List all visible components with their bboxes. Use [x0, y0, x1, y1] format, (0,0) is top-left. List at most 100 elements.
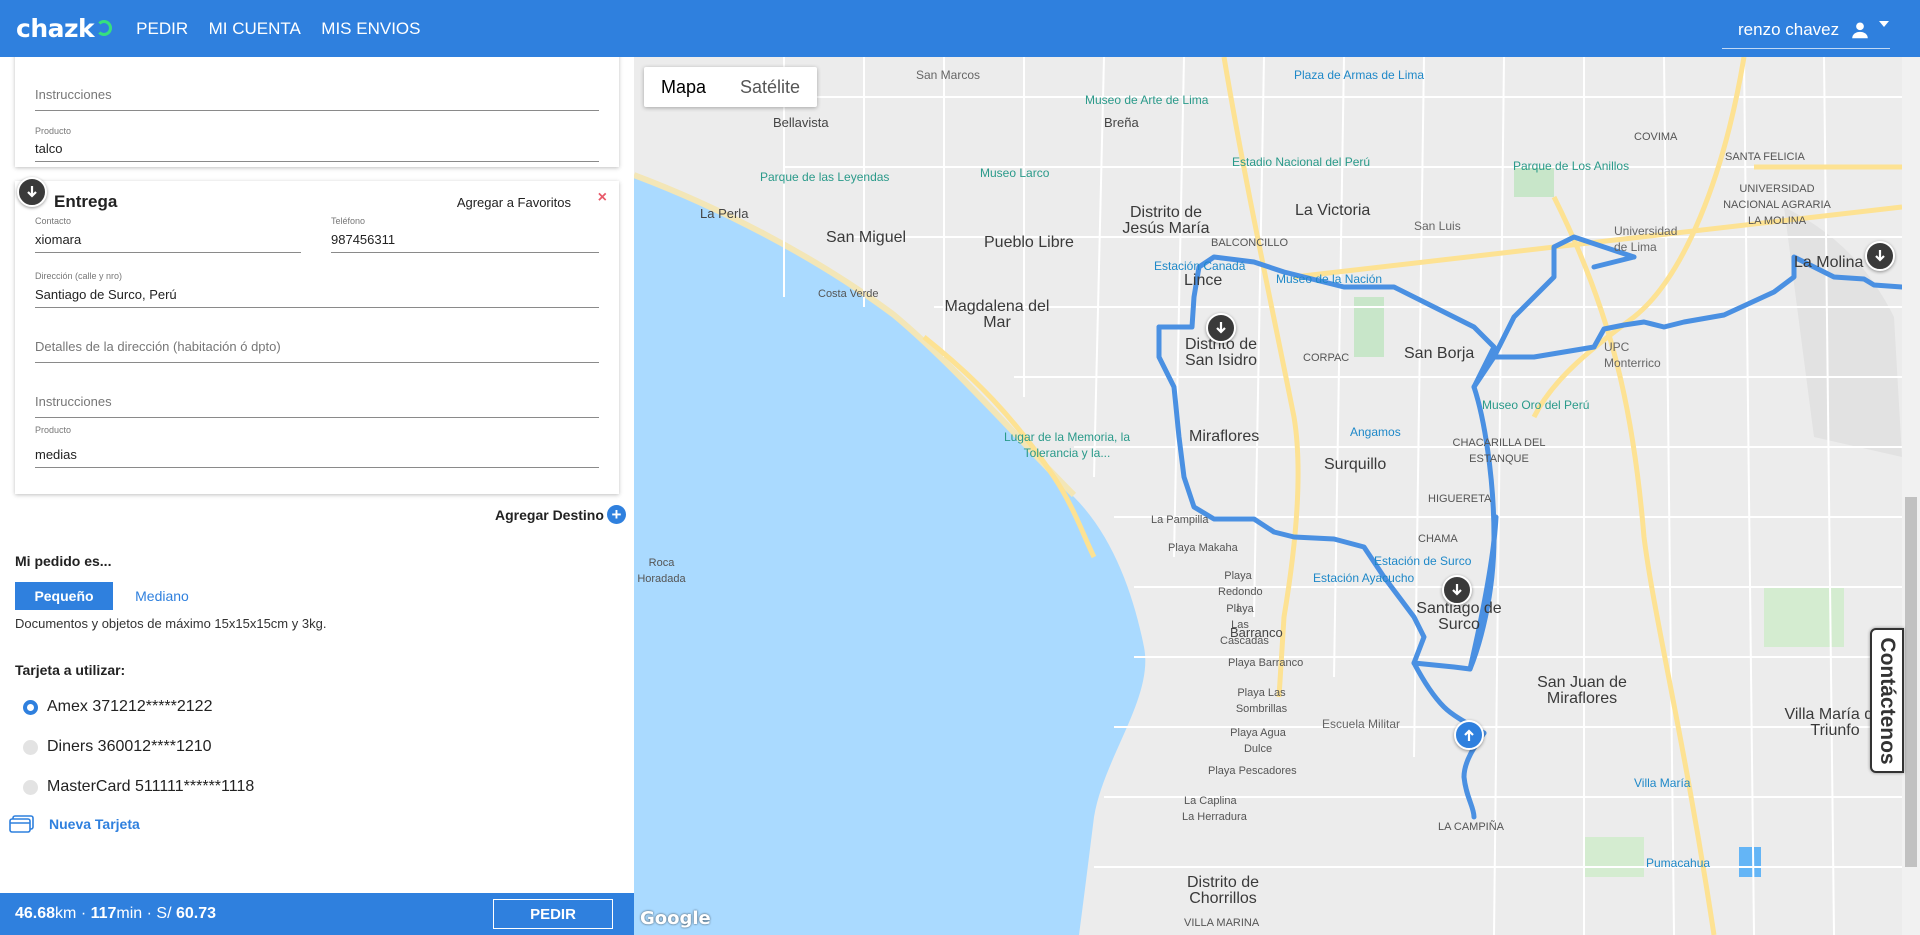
instructions-placeholder: Instrucciones	[35, 394, 112, 409]
poi-label: Angamos	[1350, 425, 1401, 439]
map-label: Miraflores	[1189, 428, 1260, 445]
logo-ring-icon	[96, 20, 113, 36]
card-option-diners[interactable]: Diners 360012****1210	[23, 738, 212, 756]
phone-value: 987456311	[331, 232, 396, 247]
nav-pedir[interactable]: PEDIR	[136, 19, 188, 38]
address-details-field[interactable]: Detalles de la dirección (habitación ó d…	[35, 319, 599, 363]
route-map[interactable]: Mapa Satélite San Miguel Pueblo Libre Di…	[634, 57, 1902, 935]
delivery-card: Entrega Agregar a Favoritos × Contacto x…	[15, 177, 619, 494]
duration-value: 117	[90, 905, 117, 922]
size-small-button[interactable]: Pequeño	[15, 582, 113, 610]
address-label: Dirección (calle y nro)	[35, 271, 123, 281]
map-label: San Miguel	[826, 229, 907, 246]
map-type-toggle: Mapa Satélite	[644, 67, 818, 107]
map-label: Surquillo	[1324, 456, 1387, 473]
person-icon	[1852, 22, 1868, 39]
water-area	[1739, 847, 1761, 877]
product-value: talco	[35, 141, 63, 156]
card-label: MasterCard 511111******1118	[47, 778, 255, 795]
stop-card-previous: Instrucciones Producto talco	[15, 57, 619, 167]
address-field[interactable]: Dirección (calle y nro) Santiago de Surc…	[35, 271, 599, 308]
stop-marker-icon[interactable]	[1865, 241, 1895, 271]
separator: ·	[76, 905, 91, 922]
instructions-field[interactable]: Instrucciones	[35, 374, 599, 418]
map-label: Breña	[1104, 115, 1139, 130]
map-label: UPC Monterrico	[1604, 340, 1661, 370]
map-label: Playa Las Sombrillas	[1235, 687, 1288, 715]
add-favorites-link[interactable]: Agregar a Favoritos	[457, 195, 571, 210]
map-label: Bellavista	[773, 115, 829, 130]
card-option-amex[interactable]: Amex 371212*****2122	[23, 698, 212, 716]
product-field[interactable]: Producto medias	[35, 425, 599, 468]
duration-unit: min	[116, 905, 143, 922]
map-label: San Luis	[1414, 219, 1461, 233]
poi-label: Lugar de la Memoria, la Tolerancia y la.…	[1003, 430, 1131, 460]
pickup-marker-icon[interactable]	[1454, 720, 1484, 750]
instructions-field-previous[interactable]: Instrucciones	[35, 77, 599, 111]
new-card-button[interactable]: Nueva Tarjeta	[9, 815, 140, 833]
page-scrollbar[interactable]	[1902, 57, 1920, 935]
nav-mi-cuenta[interactable]: MI CUENTA	[209, 19, 301, 38]
nav-mis-envios[interactable]: MIS ENVIOS	[321, 19, 420, 38]
top-navbar: chazk PEDIR MI CUENTA MIS ENVIOS renzo c…	[0, 0, 1920, 57]
map-canvas[interactable]	[634, 57, 1902, 935]
pedir-button[interactable]: PEDIR	[493, 899, 613, 929]
poi-label: Estación de Surco	[1374, 554, 1472, 568]
map-label: Playa Agua Dulce	[1230, 727, 1286, 755]
close-icon[interactable]: ×	[598, 189, 607, 207]
size-description: Documentos y objetos de máximo 15x15x15c…	[15, 616, 327, 631]
radio-icon	[23, 779, 38, 795]
plus-icon: +	[606, 505, 626, 524]
map-label: Playa Barranco	[1228, 657, 1304, 669]
map-label: San Borja	[1404, 345, 1475, 362]
map-label: La Herradura	[1182, 811, 1247, 823]
map-label: Santiago de Surco	[1416, 600, 1502, 633]
product-label: Producto	[35, 126, 72, 136]
poi-label: Museo de Arte de Lima	[1085, 93, 1209, 107]
order-summary-bar: 46.68 km · 117 min · S/ 60.73 PEDIR	[0, 893, 634, 935]
size-medium-button[interactable]: Mediano	[113, 582, 211, 610]
scrollbar-thumb[interactable]	[1905, 497, 1917, 867]
add-destination-button[interactable]: Agregar Destino +	[495, 505, 626, 524]
user-menu[interactable]: renzo chavez	[1722, 12, 1890, 49]
main-nav: PEDIR MI CUENTA MIS ENVIOS	[136, 19, 436, 39]
poi-label: San Marcos	[916, 68, 981, 82]
map-label: Lince	[1184, 272, 1223, 289]
payment-label: Tarjeta a utilizar:	[15, 662, 126, 678]
order-size-label: Mi pedido es...	[15, 553, 112, 569]
map-label: La Molina	[1794, 254, 1864, 271]
poi-label: Plaza de Armas de Lima	[1294, 68, 1425, 82]
contact-field[interactable]: Contacto xiomara	[35, 216, 301, 253]
map-label: Roca Horadada	[637, 557, 686, 585]
map-label: Playa Las Cascadas	[1220, 603, 1269, 647]
park-area	[1764, 587, 1844, 647]
map-label: VILLA MARINA	[1184, 917, 1260, 929]
map-label: La Perla	[700, 206, 749, 221]
logo[interactable]: chazk	[16, 14, 113, 43]
phone-field[interactable]: Teléfono 987456311	[331, 216, 599, 253]
poi-label: Pumacahua	[1646, 856, 1711, 870]
poi-label: Parque de las Leyendas	[760, 170, 890, 184]
stop-marker-icon[interactable]	[1442, 575, 1472, 605]
contact-tab[interactable]: Contáctenos	[1870, 628, 1904, 773]
card-option-mastercard[interactable]: MasterCard 511111******1118	[23, 778, 254, 796]
park-area	[1584, 837, 1644, 877]
map-label: LA CAMPIÑA	[1438, 821, 1505, 833]
poi-label: Estación Canadá	[1154, 259, 1246, 273]
map-type-satellite[interactable]: Satélite	[723, 67, 817, 107]
add-destination-label: Agregar Destino	[495, 506, 604, 523]
product-field-previous[interactable]: Producto talco	[35, 126, 599, 162]
google-logo: Google	[640, 908, 711, 929]
delivery-pin-icon	[17, 177, 47, 207]
map-type-map[interactable]: Mapa	[644, 67, 723, 107]
map-label: Pueblo Libre	[984, 234, 1074, 251]
poi-label: Parque de Los Anillos	[1513, 159, 1630, 173]
stop-marker-icon[interactable]	[1206, 313, 1236, 343]
poi-label: Estadio Nacional del Perú	[1232, 155, 1371, 169]
phone-label: Teléfono	[331, 216, 366, 226]
contact-label: Contacto	[35, 216, 72, 226]
card-label: Amex 371212*****2122	[47, 698, 213, 715]
price-value: 60.73	[175, 905, 217, 922]
poi-label: Estación Ayacucho	[1313, 571, 1415, 585]
map-label: Distrito de Chorrillos	[1186, 874, 1260, 907]
